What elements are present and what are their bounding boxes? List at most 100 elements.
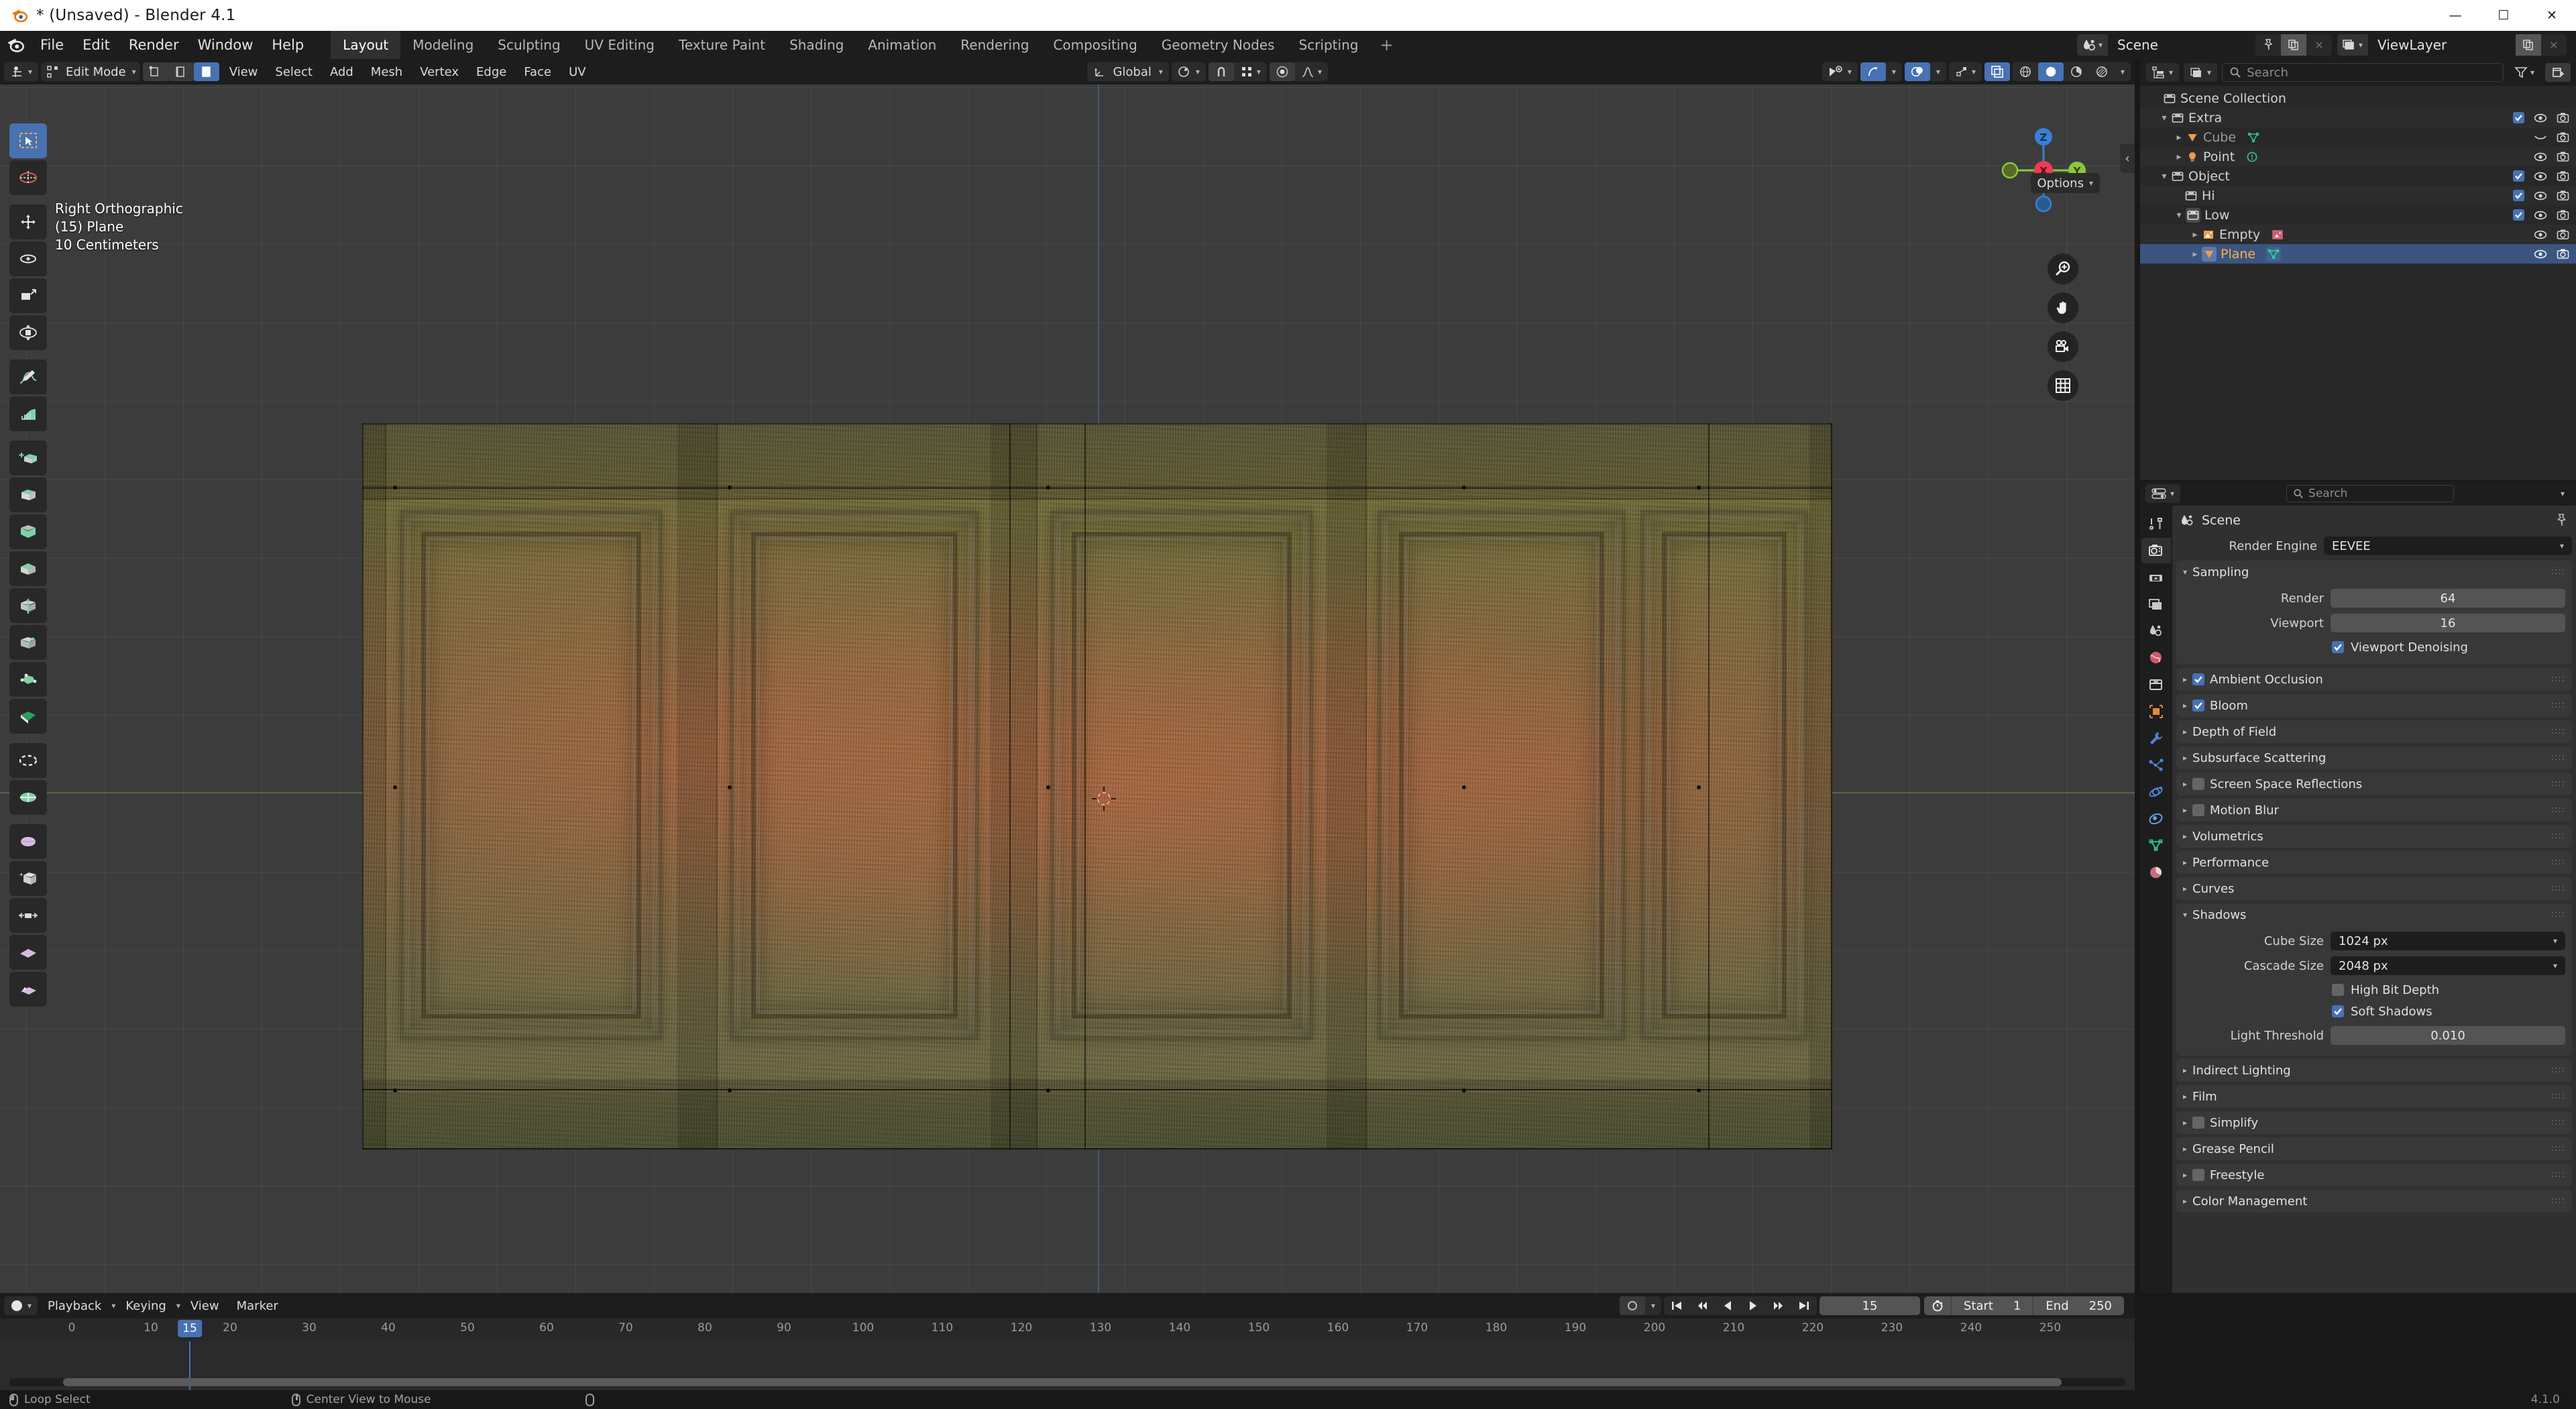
maximize-button[interactable]: ☐ [2479,0,2528,31]
snapping-group[interactable]: ▾ [1208,62,1267,81]
properties-tab-collection[interactable] [2141,672,2171,697]
panel-depth-of-field-header[interactable]: ▸ Depth of Field :::: [2176,720,2572,743]
outliner-row-low[interactable]: ▾ Low [2140,205,2576,225]
drag-grip-icon[interactable]: :::: [2551,1118,2565,1127]
outliner-row-point[interactable]: ▸ Point [2140,147,2576,166]
tool-shrink-fatten[interactable] [9,824,47,859]
pivot-point-selector[interactable]: ▾ [1171,62,1206,81]
keying-options-chevron-icon[interactable]: ▾ [1645,1296,1661,1315]
panel-performance[interactable]: ▸ Performance :::: [2176,851,2572,874]
cascade-size-dropdown[interactable]: 2048 px ▾ [2331,956,2565,975]
view-axis-gizmo[interactable]: Z Y X [1983,110,2104,231]
disclosure-right-icon[interactable]: ▸ [2183,779,2187,789]
properties-tab-view-layer[interactable] [2141,591,2171,617]
outliner-row-scene-collection[interactable]: Scene Collection [2140,89,2576,108]
tool-move[interactable] [9,205,47,239]
tool-shear[interactable] [9,861,47,896]
panel-subsurface-scattering[interactable]: ▸ Subsurface Scattering :::: [2176,746,2572,769]
pin-scene-icon[interactable] [2255,34,2281,56]
viewport-menu-face[interactable]: Face [516,62,559,81]
hide-in-viewport-eye-icon[interactable] [2534,152,2547,162]
pan-hand-icon[interactable] [2048,292,2078,323]
hide-in-viewport-eye-icon[interactable] [2534,229,2547,240]
show-overlays-icon[interactable] [1904,62,1930,81]
disclosure-right-icon[interactable]: ▸ [2183,884,2187,893]
outliner-display-mode-selector[interactable]: ▾ [2184,63,2218,82]
edge-select-mode-icon[interactable] [168,62,194,81]
viewport-menu-view[interactable]: View [222,62,266,81]
jump-to-end-button[interactable] [1791,1296,1817,1315]
properties-tab-render[interactable] [2141,538,2171,563]
panel-indirect-lighting[interactable]: ▸ Indirect Lighting :::: [2176,1059,2572,1082]
outliner-display-mode-icon[interactable]: ▾ [2184,63,2217,82]
drag-grip-icon[interactable]: :::: [2551,727,2565,736]
workspace-tab-sculpting[interactable]: Sculpting [486,31,572,59]
hide-in-viewport-eye-icon[interactable] [2534,113,2547,123]
zoom-icon[interactable] [2048,253,2078,284]
drag-grip-icon[interactable]: :::: [2551,675,2565,683]
transform-orientation-label[interactable]: Global [1113,62,1157,81]
timeline-track-area[interactable] [0,1341,2135,1390]
timeline-menu-playback[interactable]: Playback [40,1296,109,1315]
workspace-tab-geometry-nodes[interactable]: Geometry Nodes [1150,31,1287,59]
tool-smooth[interactable] [9,743,47,778]
shading-wireframe-icon[interactable] [2013,62,2038,81]
drag-grip-icon[interactable]: :::: [2551,805,2565,814]
tool-extrude-region[interactable] [9,477,47,512]
editor-type-selector[interactable]: ▾ [4,62,39,81]
freestyle-checkbox[interactable] [2192,1169,2205,1181]
new-scene-icon[interactable] [2281,34,2306,56]
disclosure-down-icon[interactable]: ▾ [2183,567,2187,577]
jump-next-keyframe-button[interactable] [1766,1296,1791,1315]
disable-in-renders-camera-icon[interactable] [2557,190,2569,201]
scene-selector[interactable]: ▾ Scene ✕ [2077,34,2332,56]
outliner-row-extra[interactable]: ▾ Extra [2140,108,2576,127]
panel-film-header[interactable]: ▸ Film :::: [2176,1085,2572,1108]
outliner-editor-type-icon[interactable]: ▾ [2145,63,2179,82]
viewlayer-selector[interactable]: ▾ ViewLayer ✕ [2337,34,2567,56]
properties-tab-particles[interactable] [2141,752,2171,778]
current-frame-field[interactable]: 15 [1819,1296,1920,1315]
play-reverse-button[interactable] [1715,1296,1740,1315]
outliner-row-empty[interactable]: ▸ Empty [2140,225,2576,244]
overlay-options-chevron-icon[interactable]: ▾ [1930,62,1946,81]
workspace-tab-texture-paint[interactable]: Texture Paint [667,31,777,59]
panel-subsurface-scattering-header[interactable]: ▸ Subsurface Scattering :::: [2176,746,2572,769]
tool-bevel[interactable] [9,551,47,586]
gizmo-options-chevron-icon[interactable]: ▾ [1886,62,1902,81]
hide-in-viewport-eye-icon[interactable] [2534,171,2547,182]
panel-sampling-header[interactable]: ▾ Sampling :::: [2176,561,2572,583]
workspace-tab-modeling[interactable]: Modeling [400,31,486,59]
overlays-toggle-group[interactable]: ▾ [1904,62,1946,81]
gizmo-toggle-group[interactable]: ▾ [1860,62,1902,81]
viewport-canvas[interactable]: Right Orthographic (15) Plane 10 Centime… [0,84,2135,1293]
disable-in-renders-camera-icon[interactable] [2557,151,2569,162]
drag-grip-icon[interactable]: :::: [2551,701,2565,710]
drag-grip-icon[interactable]: :::: [2551,1066,2565,1074]
toggle-xray-group[interactable] [1984,62,2010,81]
timeline-ruler[interactable]: 0 10 15 20 30 40 50 60 70 80 90 100 110 … [0,1318,2135,1341]
tool-measure[interactable] [9,396,47,431]
workspace-tab-rendering[interactable]: Rendering [948,31,1041,59]
viewport-shading-group[interactable]: ▾ [2012,62,2131,81]
tool-loop-cut[interactable] [9,588,47,623]
properties-tab-modifiers[interactable] [2141,726,2171,751]
disclosure-right-icon[interactable]: ▸ [2183,753,2187,763]
hide-in-viewport-eye-icon[interactable] [2534,249,2547,260]
transform-orientation-selector[interactable]: Global ▾ [1087,62,1169,81]
object-visibility-icon[interactable]: ▾ [1822,62,1858,81]
timeline-menu-marker[interactable]: Marker [229,1296,286,1315]
drag-grip-icon[interactable]: :::: [2551,910,2565,919]
sampling-viewport-value[interactable]: 16 [2331,614,2565,632]
high-bit-depth-checkbox[interactable] [2332,984,2344,996]
shading-rendered-icon[interactable] [2089,62,2115,81]
properties-editor-type-icon[interactable]: ▾ [2145,484,2180,503]
drag-grip-icon[interactable]: :::: [2551,1092,2565,1101]
viewport-menu-uv[interactable]: UV [561,62,594,81]
panel-film[interactable]: ▸ Film :::: [2176,1085,2572,1108]
tool-spin[interactable] [9,699,47,734]
panel-simplify-header[interactable]: ▸ Simplify :::: [2176,1111,2572,1134]
panel-screen-space-reflections[interactable]: ▸ Screen Space Reflections :::: [2176,773,2572,795]
workspace-tab-scripting[interactable]: Scripting [1287,31,1371,59]
panel-ambient-occlusion-header[interactable]: ▸ Ambient Occlusion :::: [2176,668,2572,691]
